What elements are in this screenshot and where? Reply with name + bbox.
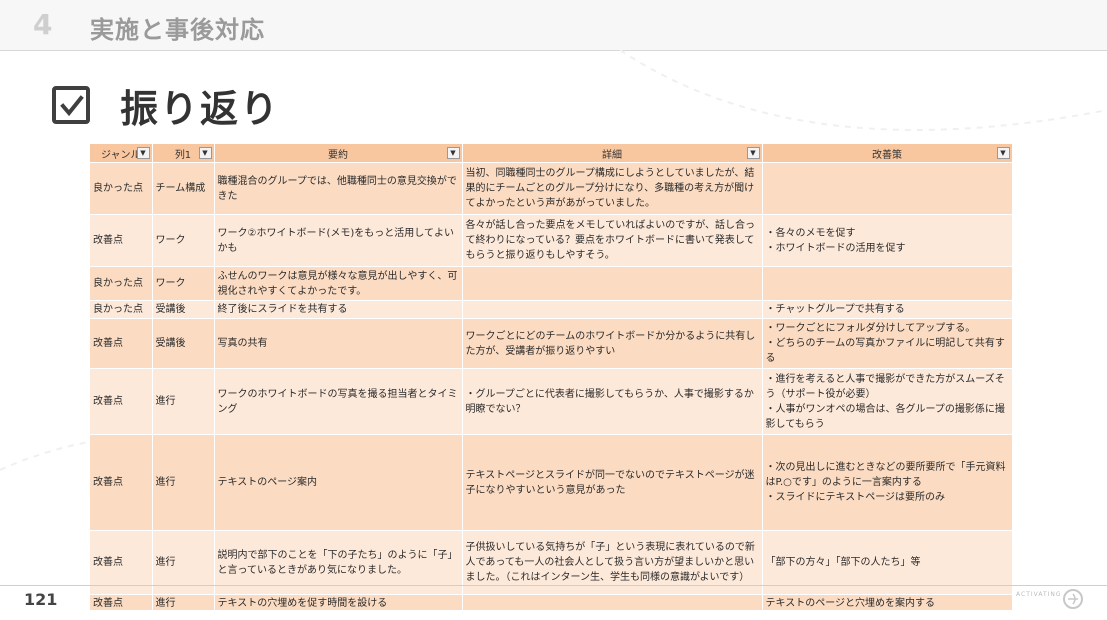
table-row: 良かった点 チーム構成 職種混合のグループでは、他職種同士の意見交換ができた 当… — [90, 162, 1012, 215]
section-title: 実施と事後対応 — [90, 16, 265, 44]
table-row: 改善点 ワーク ワーク②ホワイトボード(メモ)をもっと活用してよいかも 各々が話… — [90, 214, 1012, 267]
column-header-detail: 詳細 ▼ — [462, 144, 763, 163]
footer-divider — [0, 585, 1107, 586]
section-header: 4 実施と事後対応 — [0, 0, 1107, 51]
checkbox-icon — [52, 86, 90, 124]
slide-heading: 振り返り — [52, 80, 281, 131]
review-table: ジャンル ▼ 列1 ▼ 要約 ▼ 詳細 ▼ 改善策 ▼ 良かった点 チーム構成 職種混合の… — [90, 144, 1012, 610]
table-row: 良かった点 受講後 終了後にスライドを共有する ・チャットグループで共有する — [90, 300, 1012, 319]
page-number: 121 — [24, 590, 58, 609]
column-header-improvement: 改善策 ▼ — [762, 144, 1012, 163]
page-title: 振り返り — [120, 86, 281, 131]
table-row: 改善点 進行 テキストの穴埋めを促す時間を設ける テキストのページと穴埋めを案内… — [90, 594, 1012, 610]
table-row: 改善点 受講後 写真の共有 ワークごとにどのチームのホワイトボードか分かるように… — [90, 318, 1012, 369]
company-logo-icon — [1063, 589, 1083, 609]
section-number: 4 — [33, 8, 53, 41]
column-header-col1: 列1 ▼ — [152, 144, 215, 163]
filter-dropdown-icon[interactable]: ▼ — [746, 147, 760, 159]
column-header-genre: ジャンル ▼ — [90, 144, 153, 163]
filter-dropdown-icon[interactable]: ▼ — [136, 147, 150, 159]
table-row: 改善点 進行 テキストのページ案内 テキストページとスライドが同一でないのでテキ… — [90, 434, 1012, 531]
filter-dropdown-icon[interactable]: ▼ — [996, 147, 1010, 159]
filter-dropdown-icon[interactable]: ▼ — [446, 147, 460, 159]
table-row: 良かった点 ワーク ふせんのワークは意見が様々な意見が出しやすく、可視化されやす… — [90, 266, 1012, 301]
column-header-summary: 要約 ▼ — [214, 144, 463, 163]
sort-filter-icon[interactable]: ▼ — [198, 147, 212, 159]
footer-brand-text: ACTIVATING — [1016, 591, 1062, 598]
table-row: 改善点 進行 ワークのホワイトボードの写真を撮る担当者とタイミング ・グループご… — [90, 368, 1012, 435]
